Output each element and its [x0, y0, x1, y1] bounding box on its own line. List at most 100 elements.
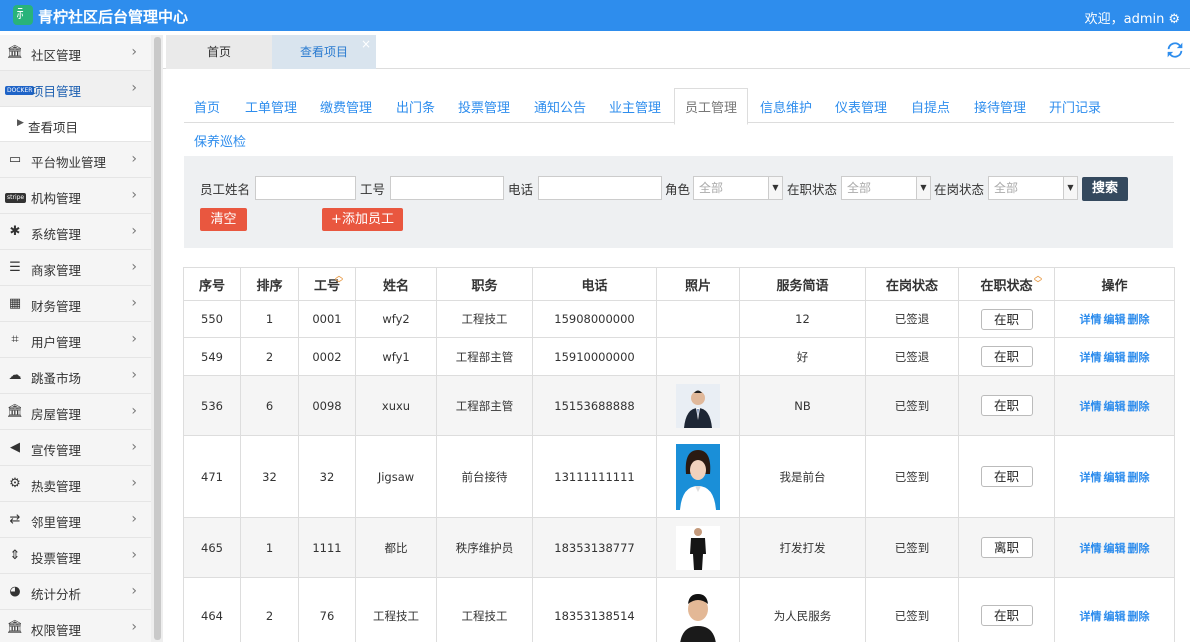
edit-link[interactable]: 编辑: [1104, 471, 1126, 484]
post-status-select[interactable]: 全部 ▼: [988, 176, 1078, 200]
detail-link[interactable]: 详情: [1080, 400, 1102, 413]
post-status-select-value: 全部: [994, 181, 1019, 195]
col-name: 姓名: [355, 267, 437, 301]
job-status-button[interactable]: 在职: [980, 605, 1033, 626]
sidebar-item[interactable]: ⇄ 邻里管理 ›: [0, 502, 151, 538]
sidebar-item[interactable]: ✱ 系统管理 ›: [0, 214, 151, 250]
sort-icon[interactable]: ︿ ﹀: [335, 272, 343, 288]
cloud-icon: ☁: [8, 368, 22, 383]
col-ops: 操作: [1054, 267, 1175, 301]
sidebar-item[interactable]: DOCKER 项目管理 ›: [0, 71, 151, 107]
nav-owner[interactable]: 业主管理: [609, 97, 661, 116]
nav-exit-pass[interactable]: 出门条: [396, 97, 435, 116]
sidebar-item[interactable]: ⇕ 投票管理 ›: [0, 538, 151, 574]
cell-title: 工程技工: [436, 577, 533, 642]
job-status-button[interactable]: 离职: [980, 537, 1033, 558]
sidebar-item[interactable]: ⌗ 用户管理 ›: [0, 322, 151, 358]
detail-link[interactable]: 详情: [1080, 471, 1102, 484]
sidebar-item[interactable]: 🏛 社区管理 ›: [0, 35, 151, 71]
cell-no: 471: [183, 435, 241, 518]
yelp-icon: ✱: [9, 224, 21, 239]
name-input[interactable]: [255, 176, 356, 200]
cell-job-status: 在职: [958, 337, 1055, 376]
nav-vote[interactable]: 投票管理: [458, 97, 510, 116]
sidebar-item-label: 投票管理: [31, 551, 82, 566]
close-icon[interactable]: ×: [361, 27, 371, 61]
col-order: 排序: [240, 267, 299, 301]
sidebar-item[interactable]: ▦ 财务管理 ›: [0, 286, 151, 322]
sidebar-item[interactable]: ⚙ 热卖管理 ›: [0, 466, 151, 502]
top-header: ⺬ 青柠社区后台管理中心 欢迎，admin ⚙: [0, 0, 1190, 31]
nav-staff[interactable]: 员工管理: [674, 88, 749, 125]
sidebar-item[interactable]: ◀ 宣传管理 ›: [0, 430, 151, 466]
tab-view-project[interactable]: 查看项目 ×: [272, 35, 376, 69]
edit-link[interactable]: 编辑: [1104, 542, 1126, 555]
tab-view-project-label: 查看项目: [299, 45, 348, 59]
chevron-right-icon: ›: [131, 259, 137, 275]
id-input[interactable]: [390, 176, 504, 200]
detail-link[interactable]: 详情: [1080, 542, 1102, 555]
sidebar-item[interactable]: ☁ 跳蚤市场 ›: [0, 358, 151, 394]
job-status-button[interactable]: 在职: [980, 466, 1033, 487]
clear-button[interactable]: 清空: [200, 208, 247, 231]
detail-link[interactable]: 详情: [1080, 313, 1102, 326]
add-staff-button[interactable]: +添加员工: [322, 208, 403, 231]
phone-label: 电话: [508, 182, 534, 197]
detail-link[interactable]: 详情: [1080, 610, 1102, 623]
nav-home[interactable]: 首页: [194, 97, 220, 116]
cell-name: Jigsaw: [355, 435, 437, 518]
nav-door-log[interactable]: 开门记录: [1049, 97, 1101, 116]
sidebar-scroll-thumb[interactable]: [154, 37, 161, 640]
nav-divider: [748, 122, 1174, 123]
col-job-status[interactable]: 在职状态 ︿ ﹀: [958, 267, 1055, 301]
phone-input[interactable]: [538, 176, 662, 200]
nav-notice[interactable]: 通知公告: [534, 97, 586, 116]
sidebar-subitem[interactable]: ▶ 查看项目: [0, 107, 151, 142]
edit-link[interactable]: 编辑: [1104, 400, 1126, 413]
delete-link[interactable]: 删除: [1128, 400, 1150, 413]
nav-reception[interactable]: 接待管理: [974, 97, 1026, 116]
job-status-button[interactable]: 在职: [980, 395, 1033, 416]
detail-link[interactable]: 详情: [1080, 351, 1102, 364]
tab-home[interactable]: 首页: [166, 35, 272, 69]
nav-maintenance[interactable]: 保养巡检: [194, 131, 246, 150]
logo-icon: ⺬: [13, 5, 33, 25]
delete-link[interactable]: 删除: [1128, 471, 1150, 484]
search-button[interactable]: 搜索: [1082, 177, 1128, 201]
gear-icon[interactable]: ⚙: [1168, 12, 1180, 27]
refresh-icon[interactable]: [1164, 39, 1186, 67]
sidebar-item[interactable]: ▭ 平台物业管理 ›: [0, 142, 151, 178]
nav-payment[interactable]: 缴费管理: [320, 97, 372, 116]
edit-link[interactable]: 编辑: [1104, 351, 1126, 364]
cell-job-status: 在职: [958, 300, 1055, 338]
edit-link[interactable]: 编辑: [1104, 313, 1126, 326]
nav-info[interactable]: 信息维护: [760, 97, 812, 116]
delete-link[interactable]: 删除: [1128, 610, 1150, 623]
edit-link[interactable]: 编辑: [1104, 610, 1126, 623]
sidebar-item[interactable]: 🏛 房屋管理 ›: [0, 394, 151, 430]
nav-work-order[interactable]: 工单管理: [245, 97, 297, 116]
job-status-button[interactable]: 在职: [980, 308, 1033, 330]
sidebar-item[interactable]: stripe 机构管理 ›: [0, 178, 151, 214]
job-status-select[interactable]: 全部 ▼: [841, 176, 931, 200]
sidebar-item[interactable]: ☰ 商家管理 ›: [0, 250, 151, 286]
col-id[interactable]: 工号 ︿ ﹀: [298, 267, 356, 301]
delete-link[interactable]: 删除: [1128, 313, 1150, 326]
sidebar-item-label: 系统管理: [31, 227, 82, 242]
role-select-value: 全部: [699, 181, 724, 195]
col-phone: 电话: [532, 267, 657, 301]
delete-link[interactable]: 删除: [1128, 351, 1150, 364]
sidebar-item[interactable]: ◕ 统计分析 ›: [0, 574, 151, 610]
delete-link[interactable]: 删除: [1128, 542, 1150, 555]
role-select[interactable]: 全部 ▼: [693, 176, 783, 200]
job-status-button[interactable]: 在职: [980, 346, 1033, 367]
nav-pickup[interactable]: 自提点: [911, 97, 950, 116]
id-label: 工号: [360, 182, 386, 197]
cell-job-status: 离职: [958, 517, 1055, 578]
sidebar-item[interactable]: 🏛 权限管理 ›: [0, 610, 151, 642]
sidebar-item-label: 热卖管理: [31, 479, 82, 494]
nav-meter[interactable]: 仪表管理: [835, 97, 887, 116]
cog-icon: ⚙: [9, 476, 21, 491]
sort-icon[interactable]: ︿ ﹀: [1034, 272, 1042, 288]
user-menu[interactable]: 欢迎，admin ⚙: [1085, 8, 1180, 27]
